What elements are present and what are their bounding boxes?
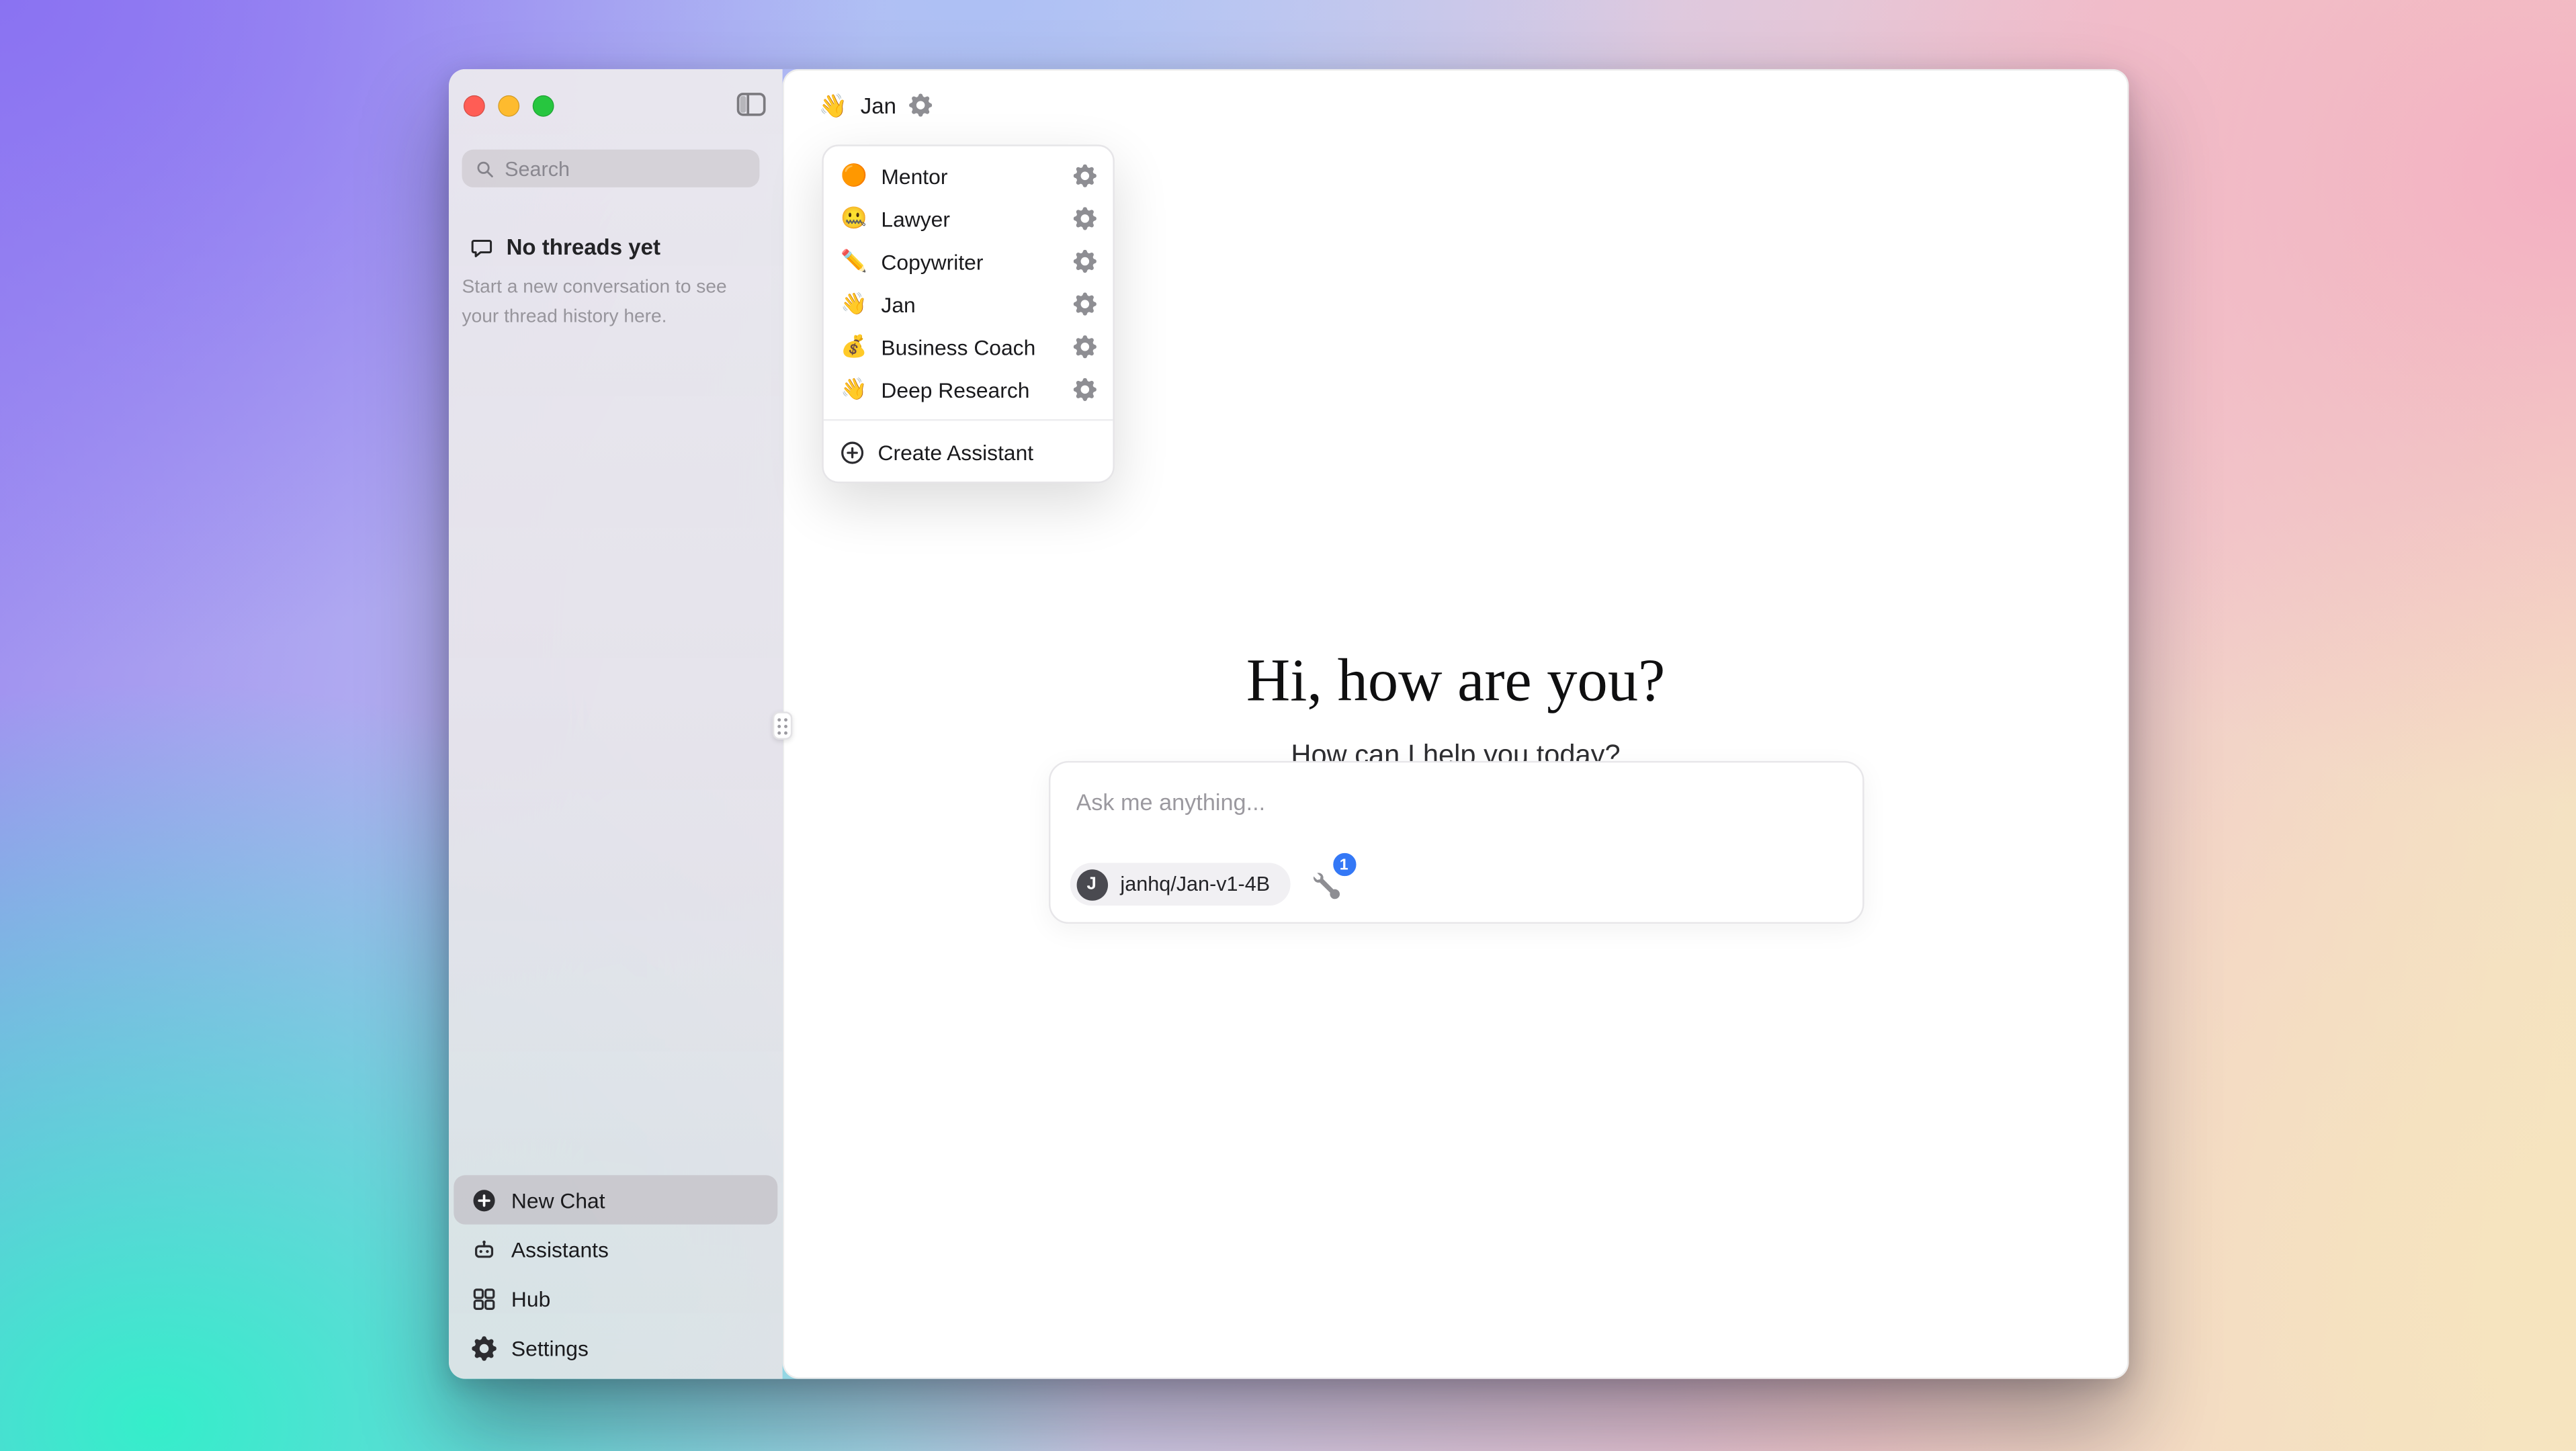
zoom-button[interactable] bbox=[533, 95, 554, 117]
jan-app-window: No threads yet Start a new conversation … bbox=[449, 69, 2129, 1379]
new-chat-icon bbox=[472, 1188, 497, 1213]
model-avatar: J bbox=[1076, 869, 1107, 899]
sidebar-resize-handle[interactable] bbox=[773, 711, 792, 740]
sidebar-item-label: Hub bbox=[511, 1286, 550, 1311]
chat-input[interactable] bbox=[1076, 789, 1835, 815]
search-input[interactable] bbox=[505, 157, 746, 180]
sidebar-item-label: New Chat bbox=[511, 1188, 605, 1213]
assistants-icon bbox=[472, 1237, 497, 1262]
settings-icon bbox=[472, 1335, 497, 1360]
assistant-settings-icon[interactable] bbox=[1074, 293, 1097, 316]
sidebar-item-label: Settings bbox=[511, 1335, 589, 1360]
model-name: janhq/Jan-v1-4B bbox=[1120, 873, 1270, 895]
greeting: Hi, how are you? How can I help you toda… bbox=[784, 644, 2127, 776]
assistant-menu: 🟠 Mentor 🤐 Lawyer ✏️ Copywriter 👋 Jan bbox=[822, 144, 1115, 483]
assistant-menu-item-lawyer[interactable]: 🤐 Lawyer bbox=[824, 197, 1113, 240]
assistant-menu-item-mentor[interactable]: 🟠 Mentor bbox=[824, 155, 1113, 197]
assistant-emoji: 🤐 bbox=[840, 206, 868, 232]
greeting-title: Hi, how are you? bbox=[784, 644, 2127, 720]
sidebar-item-settings[interactable]: Settings bbox=[454, 1323, 777, 1372]
tools-count-badge: 1 bbox=[1331, 851, 1357, 877]
assistant-emoji: 👋 bbox=[840, 291, 868, 317]
assistant-menu-item-jan[interactable]: 👋 Jan bbox=[824, 283, 1113, 326]
chat-titlebar: 👋 Jan bbox=[784, 71, 2127, 140]
assistant-emoji: 🟠 bbox=[840, 163, 868, 189]
assistant-emoji: 💰 bbox=[840, 334, 868, 360]
assistant-menu-label: Business Coach bbox=[881, 335, 1060, 359]
search-icon bbox=[475, 159, 495, 178]
threads-icon bbox=[470, 236, 493, 259]
assistant-settings-icon[interactable] bbox=[1074, 207, 1097, 230]
assistant-settings-icon[interactable] bbox=[910, 93, 933, 116]
assistant-menu-item-copywriter[interactable]: ✏️ Copywriter bbox=[824, 240, 1113, 283]
tools-button[interactable]: 1 bbox=[1313, 868, 1346, 901]
sidebar-item-label: Assistants bbox=[511, 1237, 609, 1262]
search-box[interactable] bbox=[462, 150, 760, 187]
assistant-menu-label: Copywriter bbox=[881, 249, 1060, 274]
hub-icon bbox=[472, 1286, 497, 1311]
sidebar-item-new-chat[interactable]: New Chat bbox=[454, 1175, 777, 1224]
close-button[interactable] bbox=[464, 95, 485, 117]
assistant-menu-label: Mentor bbox=[881, 163, 1060, 188]
sidebar-nav: New Chat Assistants Hub Settings bbox=[454, 1175, 777, 1372]
composer: J janhq/Jan-v1-4B 1 bbox=[1048, 761, 1864, 924]
assistant-emoji: 👋 bbox=[840, 376, 868, 402]
chat-panel: 👋 Jan 🟠 Mentor 🤐 Lawyer ✏️ bbox=[783, 69, 2129, 1379]
empty-state-description: Start a new conversation to see your thr… bbox=[462, 275, 765, 333]
assistant-name: Jan bbox=[861, 93, 896, 118]
assistant-menu-item-business-coach[interactable]: 💰 Business Coach bbox=[824, 325, 1113, 368]
assistant-menu-label: Lawyer bbox=[881, 206, 1060, 231]
create-assistant-button[interactable]: Create Assistant bbox=[824, 429, 1113, 477]
create-assistant-icon bbox=[840, 441, 865, 466]
threads-empty-state: No threads yet Start a new conversation … bbox=[462, 235, 765, 333]
desktop-background: No threads yet Start a new conversation … bbox=[0, 0, 2576, 1451]
assistant-menu-label: Deep Research bbox=[881, 378, 1060, 402]
sidebar-item-hub[interactable]: Hub bbox=[454, 1274, 777, 1323]
assistant-settings-icon[interactable] bbox=[1074, 335, 1097, 358]
sidebar-item-assistants[interactable]: Assistants bbox=[454, 1225, 777, 1274]
assistant-menu-item-deep-research[interactable]: 👋 Deep Research bbox=[824, 368, 1113, 411]
empty-state-title: No threads yet bbox=[507, 235, 660, 260]
assistant-emoji: ✏️ bbox=[840, 248, 868, 274]
assistant-settings-icon[interactable] bbox=[1074, 250, 1097, 273]
assistant-menu-label: Jan bbox=[881, 292, 1060, 316]
menu-divider bbox=[824, 419, 1113, 421]
sidebar-toggle-icon[interactable] bbox=[736, 92, 766, 117]
composer-toolbar: J janhq/Jan-v1-4B 1 bbox=[1070, 863, 1346, 906]
window-controls bbox=[464, 95, 554, 117]
model-selector[interactable]: J janhq/Jan-v1-4B bbox=[1070, 863, 1290, 906]
assistant-settings-icon[interactable] bbox=[1074, 378, 1097, 401]
assistant-settings-icon[interactable] bbox=[1074, 165, 1097, 187]
minimize-button[interactable] bbox=[498, 95, 519, 117]
create-assistant-label: Create Assistant bbox=[878, 441, 1034, 466]
tools-icon bbox=[1313, 873, 1339, 899]
assistant-selector-button[interactable]: 👋 Jan bbox=[818, 91, 932, 120]
sidebar: No threads yet Start a new conversation … bbox=[449, 69, 783, 1379]
assistant-emoji: 👋 bbox=[818, 91, 847, 120]
